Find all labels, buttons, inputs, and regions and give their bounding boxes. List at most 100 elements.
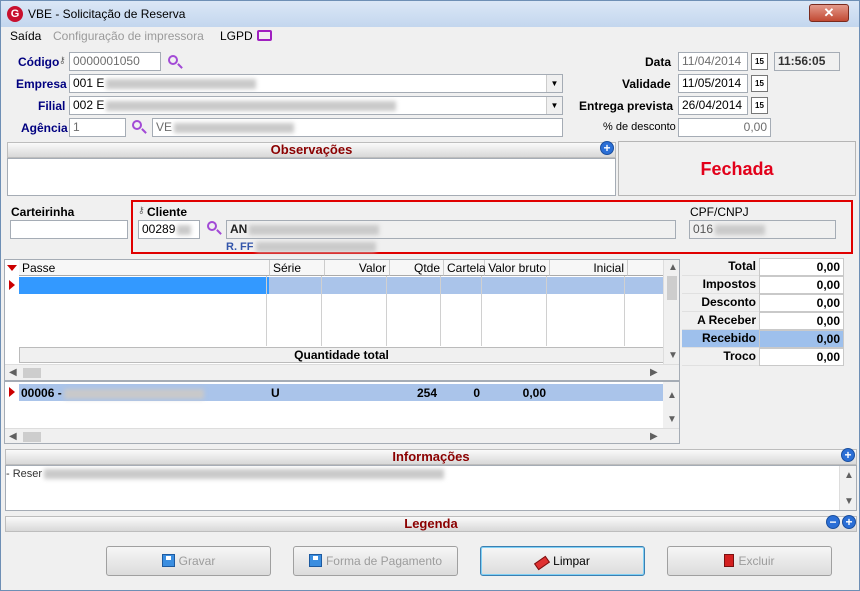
col-divider <box>546 276 547 346</box>
monitor-icon[interactable] <box>257 30 272 41</box>
window-title: VBE - Solicitação de Reserva <box>28 7 186 21</box>
collapse-legenda-icon[interactable]: − <box>826 515 840 529</box>
impostos-value: 0,00 <box>759 276 844 294</box>
scroll-up-icon[interactable]: ▲ <box>667 390 677 401</box>
desconto-input[interactable]: 0,00 <box>678 118 771 137</box>
recebido-value[interactable]: 0,00 <box>759 330 844 348</box>
close-button[interactable]: ✕ <box>809 4 849 22</box>
data-input[interactable]: 11/04/2014 <box>678 52 748 71</box>
menu-saida[interactable]: Saída <box>10 29 41 43</box>
cliente-codigo-text: 00289 <box>142 222 176 236</box>
empresa-select[interactable]: 001 E ▼ <box>69 74 563 93</box>
scroll-up-icon[interactable]: ▲ <box>844 470 854 481</box>
validade-input[interactable]: 11/05/2014 <box>678 74 748 93</box>
row-passe-text: 00006 - <box>21 386 62 400</box>
excluir-button[interactable]: Excluir <box>667 546 832 576</box>
scroll-left-icon[interactable]: ◀ <box>9 367 17 378</box>
col-header-passe[interactable]: Passe <box>19 260 270 276</box>
scroll-left-icon[interactable]: ◀ <box>9 431 17 442</box>
redacted-text <box>177 224 192 235</box>
eraser-icon <box>534 555 551 571</box>
col-header-inicial[interactable]: Inicial <box>550 260 628 276</box>
excluir-label: Excluir <box>738 554 775 568</box>
observacoes-header: Observações <box>7 142 616 158</box>
col-divider <box>624 276 625 346</box>
col-header-cartela[interactable]: Cartela <box>444 260 486 276</box>
filial-label: Filial <box>38 99 66 113</box>
observacoes-textarea[interactable] <box>7 158 616 196</box>
forma-pagamento-button[interactable]: Forma de Pagamento <box>293 546 458 576</box>
informacoes-text: - Reser <box>6 468 445 480</box>
vertical-scrollbar[interactable]: ▲ ▼ <box>663 382 679 428</box>
cliente-label: Cliente <box>147 205 188 219</box>
scroll-thumb[interactable] <box>667 276 677 300</box>
scroll-thumb[interactable] <box>23 432 41 442</box>
cliente-codigo-input[interactable]: 00289 <box>138 220 200 239</box>
scroll-down-icon[interactable]: ▼ <box>668 350 678 361</box>
calendar-icon[interactable]: 15 <box>751 97 768 114</box>
cliente-search-icon[interactable] <box>206 220 222 236</box>
codigo-search-icon[interactable] <box>167 54 183 70</box>
expand-legenda-icon[interactable]: + <box>842 515 856 529</box>
scroll-down-icon[interactable]: ▼ <box>667 414 677 425</box>
status-badge: Fechada <box>618 141 856 196</box>
col-header-serie[interactable]: Série <box>270 260 325 276</box>
cpf-text: 016 <box>693 222 714 236</box>
forma-pagamento-label: Forma de Pagamento <box>325 554 443 568</box>
gravar-button[interactable]: Gravar <box>106 546 271 576</box>
col-divider <box>440 276 441 346</box>
vertical-scrollbar[interactable]: ▲ ▼ <box>839 466 856 510</box>
carteirinha-input[interactable] <box>10 220 128 239</box>
expand-observacoes-icon[interactable]: + <box>600 141 614 155</box>
col-divider <box>321 276 322 346</box>
scroll-up-icon[interactable]: ▲ <box>668 262 678 273</box>
col-header-valor-bruto[interactable]: Valor bruto <box>485 260 550 276</box>
calendar-icon[interactable]: 15 <box>751 53 768 70</box>
codigo-label: Código <box>18 55 60 69</box>
redacted-text <box>715 224 766 235</box>
cliente-nome-text: AN <box>230 222 248 236</box>
chevron-down-icon[interactable]: ▼ <box>546 75 562 92</box>
desconto-total-value: 0,00 <box>759 294 844 312</box>
calendar-icon[interactable]: 15 <box>751 75 768 92</box>
scroll-thumb[interactable] <box>23 368 41 378</box>
table-row[interactable] <box>19 277 668 294</box>
scroll-right-icon[interactable]: ▶ <box>650 367 658 378</box>
agencia-input[interactable]: 1 <box>69 118 126 137</box>
col-divider <box>481 276 482 346</box>
main-window: G VBE - Solicitação de Reserva ✕ Saída C… <box>0 0 860 591</box>
troco-label: Troco <box>682 348 759 366</box>
a-receber-label: A Receber <box>682 312 759 330</box>
row-cartela: 0 <box>473 386 480 400</box>
horizontal-scrollbar[interactable]: ◀ ▶ <box>5 428 679 443</box>
redacted-text <box>63 388 204 399</box>
chevron-down-icon[interactable]: ▼ <box>546 97 562 114</box>
menu-lgpd[interactable]: LGPD <box>220 29 253 43</box>
expand-informacoes-icon[interactable]: + <box>841 448 855 462</box>
selected-cell[interactable] <box>19 277 269 294</box>
desconto-label: % de desconto <box>603 121 676 133</box>
entrega-input[interactable]: 26/04/2014 <box>678 96 748 115</box>
gravar-label: Gravar <box>178 554 216 568</box>
vertical-scrollbar[interactable]: ▲ ▼ <box>663 260 679 364</box>
agencia-search-icon[interactable] <box>131 119 147 135</box>
empresa-label: Empresa <box>16 77 67 91</box>
col-header-valor[interactable]: Valor <box>325 260 390 276</box>
sort-indicator-icon <box>7 265 17 271</box>
horizontal-scrollbar[interactable]: ◀ ▶ <box>5 364 679 380</box>
key-icon: ⚷ <box>59 55 66 65</box>
limpar-button[interactable]: Limpar <box>480 546 645 576</box>
cpf-input: 016 <box>689 220 836 239</box>
desconto-total-label: Desconto <box>682 294 759 312</box>
menu-configuracao-impressora[interactable]: Configuração de impressora <box>53 29 204 43</box>
scroll-right-icon[interactable]: ▶ <box>650 431 658 442</box>
filial-select[interactable]: 002 E ▼ <box>69 96 563 115</box>
data-label: Data <box>645 55 672 69</box>
col-header-qtde[interactable]: Qtde <box>390 260 444 276</box>
codigo-input[interactable]: 0000001050 <box>69 52 161 71</box>
col-divider <box>266 276 267 346</box>
troco-row: Troco 0,00 <box>682 348 844 366</box>
scroll-down-icon[interactable]: ▼ <box>844 496 854 507</box>
cliente-endereco: R. FF <box>226 241 376 253</box>
table-row[interactable]: 00006 - U 254 0 0,00 <box>19 384 664 401</box>
